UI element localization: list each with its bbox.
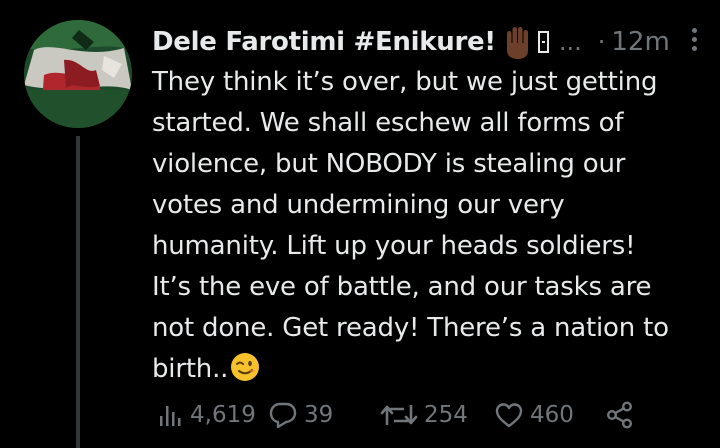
unknown-glyph-icon — [537, 31, 549, 53]
tweet-text-line: humanity. Lift up your heads soldiers! — [152, 231, 636, 261]
avatar[interactable] — [24, 20, 132, 128]
retweet-button[interactable]: 254 — [380, 398, 468, 432]
author-name[interactable]: Dele Farotimi #Enikure! — [152, 27, 496, 57]
winking-face-emoji-icon — [231, 353, 260, 381]
views-button[interactable]: 4,619 — [158, 398, 256, 432]
views-count: 4,619 — [190, 402, 256, 428]
tweet-text-line: started. We shall eschew all forms of — [152, 108, 624, 138]
tweet-text-line: They think it’s over, but we just gettin… — [152, 67, 658, 97]
avatar-image — [24, 20, 132, 128]
tweet-actions: 4,619 39 254 460 — [152, 398, 700, 432]
retweet-count: 254 — [424, 402, 468, 428]
tweet-text-line: violence, but NOBODY is stealing our — [152, 149, 626, 179]
tweet-text-line: It’s the eve of battle, and our tasks ar… — [152, 272, 652, 302]
tweet-text-line: birth.. — [152, 354, 229, 384]
views-icon — [160, 406, 181, 426]
tweet-header: Dele Farotimi #Enikure! ... · 12m — [152, 22, 700, 62]
tweet-text-last-line: birth.. — [152, 349, 700, 390]
tweet-text-line: not done. Get ready! There’s a nation to — [152, 313, 669, 343]
reply-button[interactable]: 39 — [268, 398, 333, 432]
like-button[interactable]: 460 — [494, 398, 574, 432]
more-icon[interactable] — [692, 28, 700, 55]
like-icon — [495, 403, 523, 428]
reply-icon — [269, 402, 297, 429]
reply-count: 39 — [304, 402, 334, 428]
name-ellipsis: ... — [558, 28, 582, 56]
share-icon — [607, 401, 633, 429]
retweet-icon — [380, 405, 418, 425]
raised-hand-emoji-icon — [506, 27, 528, 59]
share-button[interactable] — [606, 398, 634, 432]
tweet-text-line: votes and undermining our very — [152, 190, 565, 220]
tweet-text: They think it’s over, but we just gettin… — [152, 62, 700, 390]
thread-line — [76, 136, 80, 448]
separator-dot: · — [597, 28, 606, 56]
timestamp[interactable]: 12m — [611, 27, 669, 57]
like-count: 460 — [530, 402, 574, 428]
